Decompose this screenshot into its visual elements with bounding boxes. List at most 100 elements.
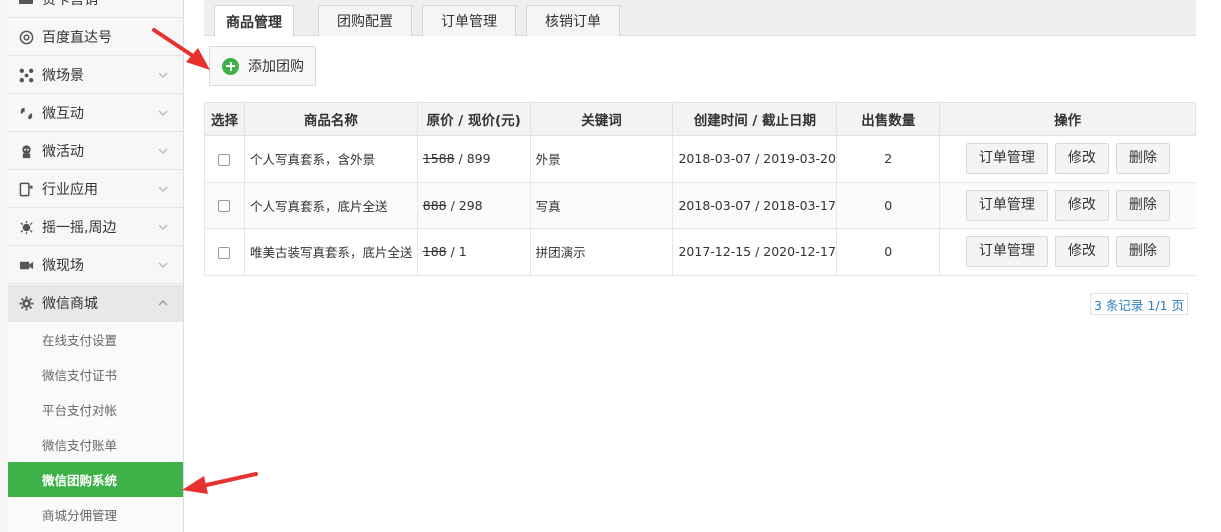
sidebar-item-label: 微现场 — [42, 258, 84, 274]
price-cell: 1588 / 899 — [416, 135, 531, 183]
sidebar-subitem-platform-reconciliation[interactable]: 平台支付对帐 — [8, 392, 183, 427]
sidebar-item-label: 摇一摇,周边 — [42, 220, 117, 236]
shake-icon — [18, 219, 34, 235]
sidebar-subitem-wechat-pay-bill[interactable]: 微信支付账单 — [8, 427, 183, 462]
order-management-button[interactable]: 订单管理 — [965, 189, 1048, 221]
annotation-arrow-icon — [152, 28, 210, 70]
edit-button[interactable]: 修改 — [1054, 236, 1109, 268]
price-separator: / — [454, 151, 467, 167]
actions-cell: 订单管理 修改 删除 — [939, 181, 1196, 229]
activity-icon — [18, 143, 34, 159]
sidebar-item-label: 微场景 — [42, 68, 84, 84]
row-checkbox[interactable] — [218, 153, 231, 166]
table-row: 个人写真套系，含外景 1588 / 899 外景 2018-03-07 / 20… — [204, 135, 1196, 183]
sold-count-cell: 0 — [836, 181, 940, 229]
keyword-cell: 外景 — [529, 135, 673, 183]
order-management-button[interactable]: 订单管理 — [965, 236, 1048, 268]
sidebar-item-micro-live[interactable]: 微现场 — [8, 247, 183, 284]
price-cell: 888 / 298 — [416, 181, 531, 229]
video-icon — [18, 257, 34, 273]
select-cell — [204, 228, 245, 276]
keyword-cell: 拼团演示 — [529, 228, 673, 276]
pagination-info: 3 条记录 1/1 页 — [1090, 293, 1188, 315]
actions-cell: 订单管理 修改 删除 — [939, 228, 1196, 276]
original-price: 1588 — [422, 151, 455, 167]
row-checkbox[interactable] — [218, 246, 231, 259]
tab-group-buy-config[interactable]: 团购配置 — [318, 5, 412, 36]
sidebar-item-wechat-mall[interactable]: 微信商城 — [8, 285, 183, 322]
delete-button[interactable]: 删除 — [1115, 236, 1170, 268]
current-price: 899 — [466, 151, 491, 167]
select-cell — [204, 181, 245, 229]
sold-count-cell: 0 — [836, 228, 940, 276]
chevron-up-icon — [158, 300, 168, 306]
sidebar-item-industry-apps[interactable]: 行业应用 — [8, 171, 183, 208]
dates-cell: 2017-12-15 / 2020-12-17 — [672, 228, 837, 276]
tab-verify-orders[interactable]: 核销订单 — [526, 5, 620, 36]
table-header-row: 选择 商品名称 原价 / 现价(元) 关键词 创建时间 / 截止日期 出售数量 … — [204, 102, 1196, 136]
keyword-cell: 写真 — [529, 181, 673, 229]
column-header-price: 原价 / 现价(元) — [416, 102, 531, 136]
tab-product-management[interactable]: 商品管理 — [214, 5, 294, 37]
at-sign-icon — [18, 29, 34, 45]
product-name-cell: 唯美古装写真套系，底片全送 — [243, 228, 418, 276]
current-price: 1 — [458, 244, 467, 260]
product-name-cell: 个人写真套系，含外景 — [243, 135, 418, 183]
sidebar-item-label: 微活动 — [42, 144, 84, 160]
price-separator: / — [446, 244, 459, 260]
original-price: 888 — [422, 197, 447, 213]
sidebar-item-label: 行业应用 — [42, 182, 98, 198]
add-group-buy-button[interactable]: 添加团购 — [209, 46, 316, 86]
sidebar-item-credit-card-marketing[interactable]: 贷卡营销 — [8, 0, 183, 18]
edit-button[interactable]: 修改 — [1054, 189, 1109, 221]
delete-button[interactable]: 删除 — [1115, 189, 1170, 221]
price-cell: 188 / 1 — [416, 228, 531, 276]
sidebar-subitem-wechat-group-buy[interactable]: 微信团购系统 — [8, 462, 183, 497]
apps-icon — [18, 181, 34, 197]
price-separator: / — [446, 197, 459, 213]
tab-bar: 商品管理 团购配置 订单管理 核销订单 — [204, 0, 1196, 37]
nodes-icon — [18, 67, 34, 83]
column-header-product-name: 商品名称 — [243, 102, 418, 136]
dates-cell: 2018-03-07 / 2019-03-20 — [672, 135, 837, 183]
sidebar-item-micro-interaction[interactable]: 微互动 — [8, 95, 183, 132]
sidebar-subitem-online-payment-settings[interactable]: 在线支付设置 — [8, 322, 183, 357]
interaction-icon — [18, 105, 34, 121]
row-checkbox[interactable] — [218, 200, 231, 213]
group-buy-table: 选择 商品名称 原价 / 现价(元) 关键词 创建时间 / 截止日期 出售数量 … — [204, 102, 1196, 276]
column-header-keyword: 关键词 — [529, 102, 674, 136]
column-header-sold: 出售数量 — [836, 102, 941, 136]
column-header-dates: 创建时间 / 截止日期 — [672, 102, 838, 136]
sidebar: 贷卡营销 百度直达号 微场景 微互动 微活动 行业应用 摇一摇,周边 微现场 微… — [0, 0, 184, 532]
sidebar-item-label: 百度直达号 — [42, 30, 112, 46]
annotation-arrow-icon — [182, 472, 258, 494]
edit-button[interactable]: 修改 — [1054, 143, 1109, 175]
product-name-cell: 个人写真套系，底片全送 — [243, 181, 418, 229]
sidebar-item-label: 贷卡营销 — [42, 0, 98, 8]
column-header-select: 选择 — [204, 102, 245, 136]
chevron-down-icon — [158, 262, 168, 268]
sidebar-item-micro-activity[interactable]: 微活动 — [8, 133, 183, 170]
select-cell — [204, 135, 245, 183]
sidebar-subitem-mall-commission[interactable]: 商城分佣管理 — [8, 497, 183, 532]
sidebar-item-shake-nearby[interactable]: 摇一摇,周边 — [8, 209, 183, 246]
sidebar-item-label: 微互动 — [42, 106, 84, 122]
card-icon — [18, 0, 34, 7]
gear-icon — [18, 295, 34, 311]
add-group-buy-label: 添加团购 — [248, 59, 304, 75]
chevron-down-icon — [158, 110, 168, 116]
current-price: 298 — [458, 197, 483, 213]
column-header-actions: 操作 — [939, 102, 1196, 136]
dates-cell: 2018-03-07 / 2018-03-17 — [672, 181, 837, 229]
chevron-down-icon — [158, 224, 168, 230]
chevron-down-icon — [158, 186, 168, 192]
order-management-button[interactable]: 订单管理 — [965, 143, 1048, 175]
delete-button[interactable]: 删除 — [1115, 143, 1170, 175]
plus-circle-icon — [222, 57, 239, 75]
table-row: 唯美古装写真套系，底片全送 188 / 1 拼团演示 2017-12-15 / … — [204, 228, 1196, 276]
actions-cell: 订单管理 修改 删除 — [939, 135, 1196, 183]
tab-order-management[interactable]: 订单管理 — [422, 5, 516, 36]
sidebar-subitem-wechat-pay-certificate[interactable]: 微信支付证书 — [8, 357, 183, 392]
sidebar-item-label: 微信商城 — [42, 296, 98, 312]
table-row: 个人写真套系，底片全送 888 / 298 写真 2018-03-07 / 20… — [204, 181, 1196, 229]
